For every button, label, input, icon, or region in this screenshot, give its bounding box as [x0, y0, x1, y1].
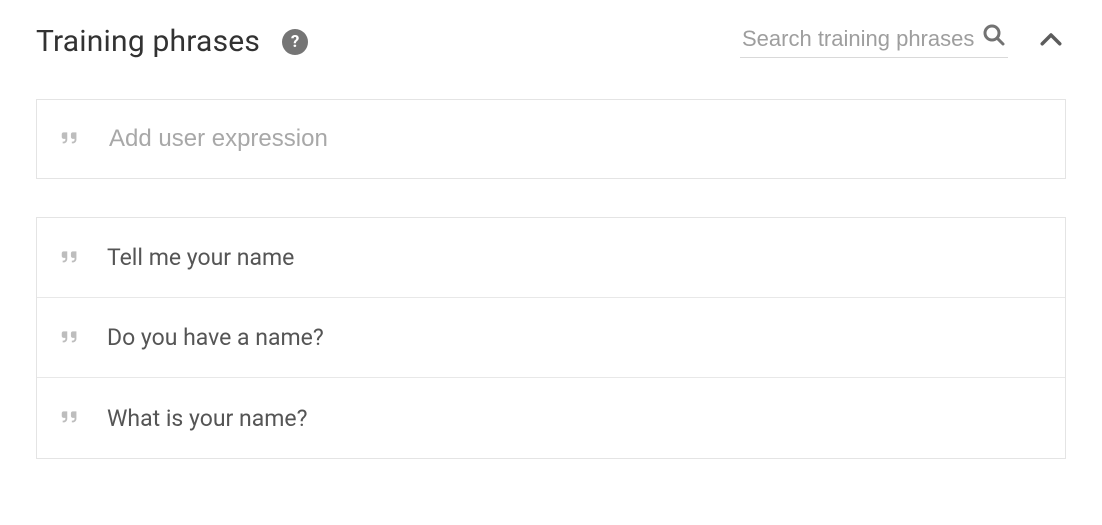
search-field-wrap — [740, 25, 1008, 58]
phrase-text: Do you have a name? — [107, 324, 324, 351]
add-expression-box — [36, 99, 1066, 179]
add-expression-input[interactable] — [107, 124, 1043, 154]
section-header: Training phrases ? — [36, 24, 1066, 59]
search-icon[interactable] — [982, 23, 1006, 51]
quote-icon — [59, 245, 81, 271]
chevron-up-icon[interactable] — [1036, 25, 1066, 59]
phrase-list: Tell me your name Do you have a name? Wh… — [36, 217, 1066, 459]
phrase-text: Tell me your name — [107, 244, 294, 271]
phrase-row[interactable]: Do you have a name? — [37, 298, 1065, 378]
phrase-text: What is your name? — [107, 405, 307, 432]
phrase-row[interactable]: Tell me your name — [37, 218, 1065, 298]
phrase-row[interactable]: What is your name? — [37, 378, 1065, 458]
quote-icon — [59, 405, 81, 431]
quote-icon — [59, 126, 81, 152]
quote-icon — [59, 325, 81, 351]
search-input[interactable] — [740, 25, 1008, 53]
section-title: Training phrases — [36, 24, 260, 59]
training-phrases-section: Training phrases ? — [0, 0, 1102, 459]
header-controls — [740, 25, 1066, 59]
title-group: Training phrases ? — [36, 24, 308, 59]
help-icon[interactable]: ? — [282, 29, 308, 55]
